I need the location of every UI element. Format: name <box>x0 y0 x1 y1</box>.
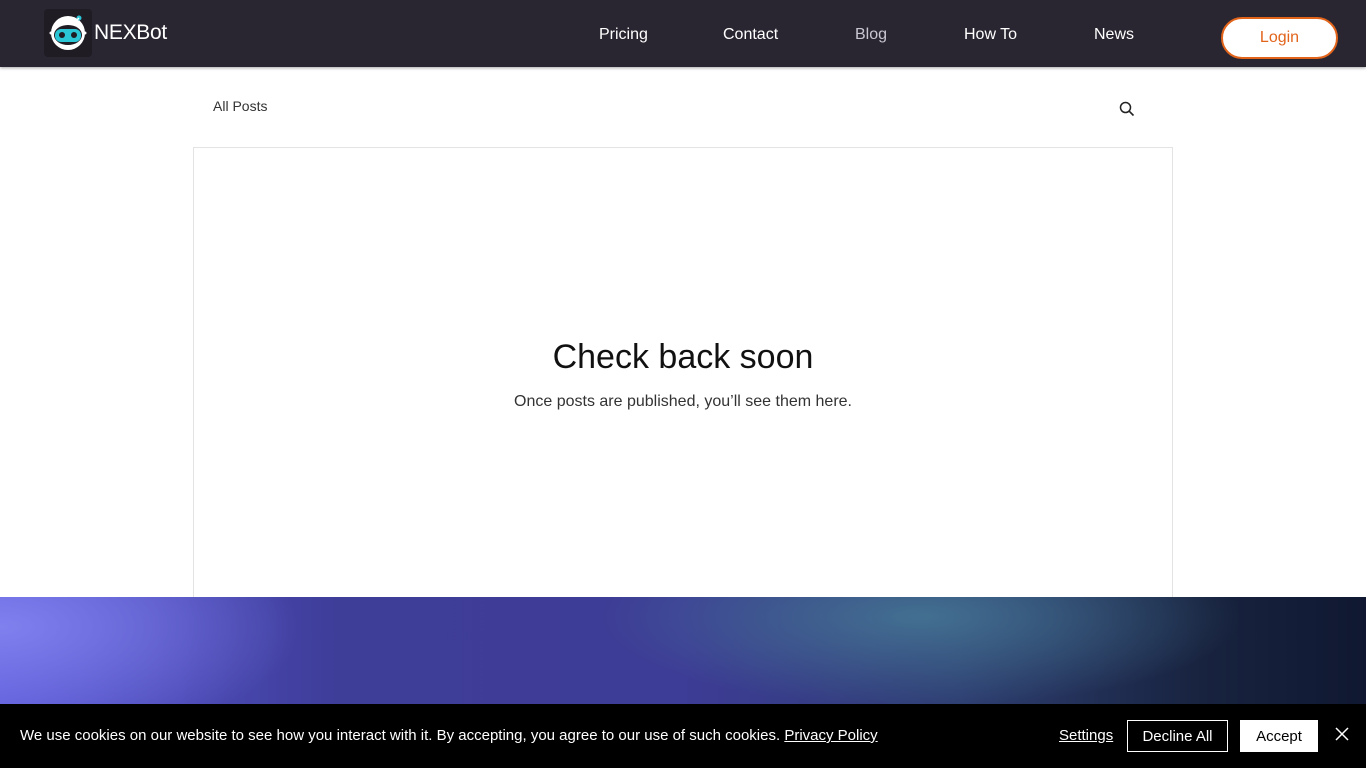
nav-item-pricing[interactable]: Pricing <box>599 26 648 44</box>
accept-button[interactable]: Accept <box>1240 720 1318 752</box>
cookie-message: We use cookies on our website to see how… <box>20 727 878 744</box>
brand-name: NEXBot <box>94 21 167 44</box>
search-icon[interactable] <box>1118 100 1136 118</box>
cookie-message-text: We use cookies on our website to see how… <box>20 727 781 744</box>
empty-state-subtitle: Once posts are published, you’ll see the… <box>514 393 852 410</box>
nav-item-blog[interactable]: Blog <box>855 26 887 44</box>
empty-state-title: Check back soon <box>552 338 814 376</box>
posts-empty-state: Check back soon Once posts are published… <box>193 147 1173 607</box>
cookie-consent-bar: We use cookies on our website to see how… <box>0 704 1366 768</box>
close-icon[interactable] <box>1334 726 1350 742</box>
site-header: NEXBot Pricing Contact Blog How To News … <box>0 0 1366 67</box>
decline-all-button[interactable]: Decline All <box>1127 720 1228 752</box>
nav-item-news[interactable]: News <box>1094 26 1134 44</box>
all-posts-link[interactable]: All Posts <box>213 98 267 114</box>
privacy-policy-link[interactable]: Privacy Policy <box>784 727 877 744</box>
robot-logo-icon <box>44 9 92 57</box>
nav-item-contact[interactable]: Contact <box>723 26 778 44</box>
nav-item-how-to[interactable]: How To <box>964 26 1017 44</box>
brand-logo[interactable]: NEXBot <box>44 9 167 57</box>
cookie-settings-link[interactable]: Settings <box>1059 727 1113 744</box>
login-button[interactable]: Login <box>1221 17 1338 59</box>
